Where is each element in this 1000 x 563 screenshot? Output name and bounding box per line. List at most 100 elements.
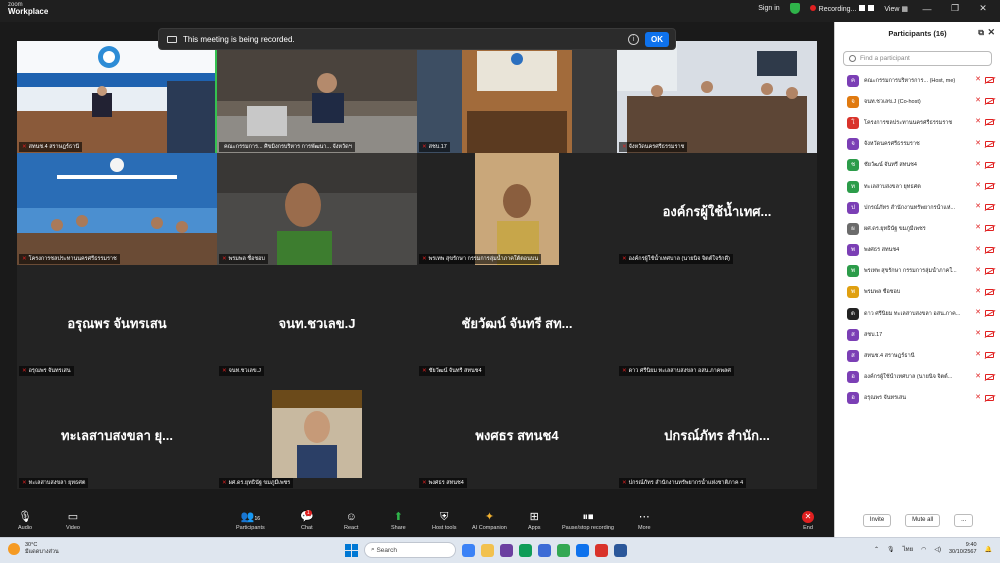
- weather-description: มีแดดบางส่วน: [25, 549, 59, 556]
- teams-icon[interactable]: [500, 543, 513, 557]
- recording-indicator[interactable]: Recording...: [809, 4, 875, 13]
- mic-muted-icon: ✕: [975, 76, 981, 83]
- video-tile-no-video[interactable]: พงศธร สทนช4 ✕ พงศธร สทนช4: [417, 377, 617, 489]
- wifi-icon[interactable]: ◠: [921, 546, 926, 553]
- participant-status-icons: ✕: [975, 309, 994, 317]
- participant-row[interactable]: ช ชัยวัฒน์ จันทรี สทนช4 ✕: [835, 155, 1000, 176]
- popout-icon[interactable]: ⧉: [978, 28, 984, 38]
- language-indicator[interactable]: ไทย: [903, 544, 914, 554]
- tray-mic-icon[interactable]: 🎙: [887, 546, 895, 553]
- video-tile[interactable]: ✕ โครงการชลประทานนครศรีธรรมราช: [17, 153, 217, 265]
- participant-row[interactable]: พ พรเทพ สุขรักษา กรรมการลุ่มน้ำภาคใ... ✕: [835, 261, 1000, 282]
- video-off-icon: [985, 310, 994, 317]
- recording-banner-text: This meeting is being recorded.: [183, 34, 295, 44]
- participant-row[interactable]: จ จังหวัดนครศรีธรรมราช ✕: [835, 134, 1000, 155]
- video-tile[interactable]: ✕ พรเทพ สุขรักษา กรรมการลุ่มน้ำภาคใต้ตอนบ…: [417, 153, 617, 265]
- weather-widget[interactable]: 30°C มีแดดบางส่วน: [8, 542, 59, 556]
- info-icon[interactable]: i: [628, 34, 639, 45]
- video-tile[interactable]: ✕ พรมพล ชื่อชอบ: [217, 153, 417, 265]
- video-tile-photo[interactable]: ✕ ผศ.ดร.ยุทธินัฐ ขมภูมีเพชร: [217, 377, 417, 489]
- banner-ok-button[interactable]: OK: [645, 32, 669, 47]
- acrobat-icon[interactable]: [595, 543, 608, 557]
- word-icon[interactable]: [614, 543, 627, 557]
- more-options-button[interactable]: ...: [954, 514, 974, 527]
- participant-row[interactable]: ด ดาว ศรีนิยม ทะเลสาบสงขลา อสน.ภาค... ✕: [835, 303, 1000, 324]
- video-off-icon: [985, 373, 994, 380]
- participant-row[interactable]: ท ทะเลสาบสงขลา ยุทธศต ✕: [835, 176, 1000, 197]
- mic-muted-icon: ✕: [975, 393, 981, 401]
- video-tile[interactable]: ✕ จังหวัดนครศรีธรรมราช: [617, 41, 817, 153]
- video-button[interactable]: ▭ Video: [66, 511, 80, 531]
- zoom-app-icon[interactable]: [576, 543, 589, 557]
- clock[interactable]: 9:40 30/10/2567: [949, 542, 977, 556]
- chrome-icon[interactable]: [557, 543, 570, 557]
- participant-row[interactable]: อ องค์กรผู้ใช้น้ำเทศบาล (นายนิจ จิตต์... ✕: [835, 367, 1000, 388]
- close-icon[interactable]: ✕: [974, 3, 992, 14]
- participants-title: Participants (16): [888, 28, 947, 38]
- store-icon[interactable]: [538, 543, 551, 557]
- share-button[interactable]: ⬆ Share: [391, 511, 406, 531]
- volume-icon[interactable]: ◁): [934, 546, 941, 553]
- windows-start-icon[interactable]: [345, 543, 358, 557]
- minimize-icon[interactable]: —: [918, 4, 936, 14]
- participant-row[interactable]: อ อรุณพร จันทรเสน ✕: [835, 388, 1000, 409]
- end-button[interactable]: ✕ End: [802, 511, 814, 531]
- video-tile[interactable]: ✕ สทนช.4 สราษฎร์ธานี: [17, 41, 217, 153]
- participant-row[interactable]: พ พรมพล ชื่อชอบ ✕: [835, 282, 1000, 303]
- invite-button[interactable]: Invite: [862, 514, 892, 527]
- pause-icon[interactable]: [859, 4, 866, 11]
- video-off-icon: [985, 267, 994, 274]
- edge-icon[interactable]: [519, 543, 532, 557]
- pause-stop-recording-button[interactable]: ⏸⏹ Pause/stop recording: [562, 511, 614, 531]
- react-button[interactable]: ☺ React: [344, 511, 358, 531]
- participants-button[interactable]: 👥16 Participants: [236, 511, 265, 531]
- more-button[interactable]: ⋯ More: [638, 511, 651, 531]
- file-explorer-icon[interactable]: [481, 543, 494, 557]
- apps-button[interactable]: ⊞ Apps: [528, 511, 541, 531]
- mic-muted-icon: ✕: [975, 351, 981, 359]
- mic-muted-icon: ✕: [975, 181, 981, 189]
- participant-row[interactable]: จ จนท.ชวเลข.J (Co-host) ✕: [835, 91, 1000, 112]
- chat-button[interactable]: 💬 1 Chat: [300, 510, 314, 531]
- copilot-icon[interactable]: [462, 543, 475, 557]
- mute-all-button[interactable]: Mute all: [905, 514, 941, 527]
- participant-search-input[interactable]: Find a participant: [843, 51, 992, 66]
- taskbar-search[interactable]: ⌕ Search: [364, 542, 456, 558]
- ai-companion-button[interactable]: ✦ AI Companion: [472, 511, 507, 531]
- video-tile-no-video[interactable]: ทะเลสาบสงขลา ยุ... ✕ ทะเลสาบสงขลา ยุทธศต: [17, 377, 217, 489]
- participant-row[interactable]: ส สชบ.17 ✕: [835, 324, 1000, 345]
- panel-close-icon[interactable]: ✕: [987, 27, 995, 38]
- video-tile[interactable]: ✕ สชบ.17: [417, 41, 617, 153]
- video-tile-no-video[interactable]: องค์กรผู้ใช้น้ำเทศ... ✕ องค์กรผู้ใช้น้ำเท…: [617, 153, 817, 265]
- ai-sparkle-icon: ✦: [484, 511, 495, 523]
- windows-taskbar: 30°C มีแดดบางส่วน ⌕ Search ⌃ 🎙 ไทย ◠ ◁) 9…: [0, 537, 1000, 563]
- signin-link[interactable]: Sign in: [758, 5, 779, 12]
- notification-bell-icon[interactable]: 🔔: [985, 546, 992, 553]
- tray-chevron-icon[interactable]: ⌃: [874, 546, 879, 553]
- stop-icon[interactable]: [868, 4, 875, 11]
- chat-badge: 1: [304, 510, 312, 516]
- video-tile-no-video[interactable]: จนท.ชวเลข.J ✕ จนท.ชวเลข.J: [217, 265, 417, 377]
- video-tile-no-video[interactable]: ชัยวัฒน์ จันทรี สท... ✕ ชัยวัฒน์ จันทรี ส…: [417, 265, 617, 377]
- video-tile-no-video[interactable]: อรุณพร จันทรเสน ✕ อรุณพร จันทรเสน: [17, 265, 217, 377]
- view-button[interactable]: View ▦: [884, 5, 908, 13]
- participant-row[interactable]: โ โครงการชลประทานนครศรีธรรมราช ✕: [835, 112, 1000, 133]
- participant-row[interactable]: ค คณะกรรมการบริหารการ... (Host, me) ✕: [835, 70, 1000, 91]
- participant-row[interactable]: ส สทนช.4 สราษฎร์ธานี ✕: [835, 345, 1000, 366]
- participant-row[interactable]: ป ปกรณ์ภัทร สำนักงานทรัพยากรน้ำแห่... ✕: [835, 197, 1000, 218]
- maximize-icon[interactable]: ❐: [946, 3, 964, 14]
- security-shield-icon[interactable]: [789, 3, 800, 14]
- avatar: จ: [847, 138, 859, 151]
- video-tile-active-speaker[interactable]: คณะกรรมการ... ศิขมิงกรบริหาร การพัฒนา...…: [215, 39, 419, 155]
- participant-status-icons: ✕: [975, 288, 994, 296]
- audio-button[interactable]: 🎙 Audio: [18, 511, 32, 531]
- tile-name: จังหวัดนครศรีธรรมราช: [628, 144, 685, 150]
- video-tile-no-video[interactable]: ✕ ดาว ศรีนิยม ทะเลสาบสงขลา อสน.ภาคพลศ: [617, 265, 817, 377]
- participant-row[interactable]: ผ ผศ.ดร.ยุทธินัฐ ขมภูมีเพชร ✕: [835, 218, 1000, 239]
- video-tile-no-video[interactable]: ปกรณ์ภัทร สำนัก... ✕ ปกรณ์ภัทร สำนักงานทร…: [617, 377, 817, 489]
- more-icon: ⋯: [638, 511, 650, 523]
- participant-row[interactable]: พ พงศธร สทนช4 ✕: [835, 240, 1000, 261]
- view-label: View: [884, 5, 900, 13]
- host-tools-button[interactable]: ⛨ Host tools: [432, 511, 456, 531]
- end-label: End: [803, 525, 813, 531]
